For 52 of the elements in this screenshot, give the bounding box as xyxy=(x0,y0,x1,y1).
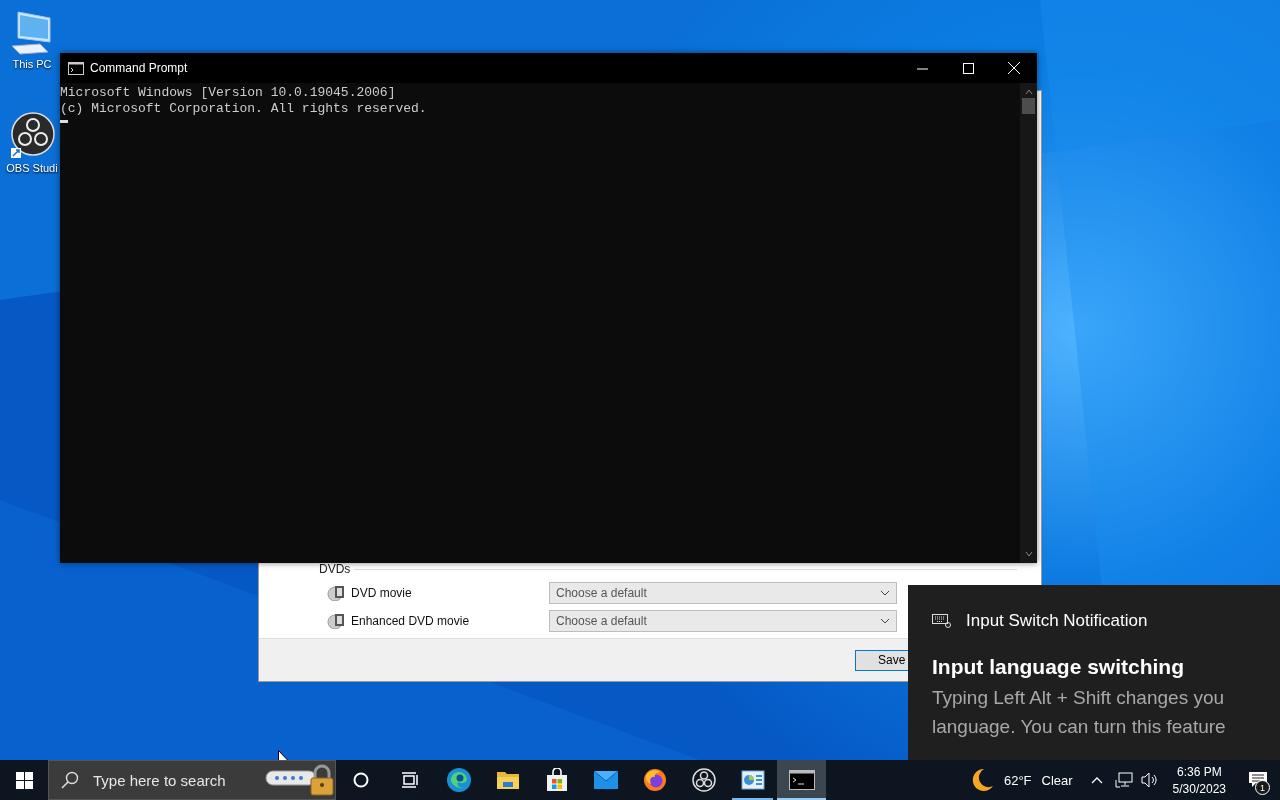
notification-title: Input language switching xyxy=(932,655,1185,679)
control-panel-icon xyxy=(740,770,765,790)
group-title: DVDs xyxy=(319,562,351,576)
media-type-label: Enhanced DVD movie xyxy=(351,614,471,628)
scroll-thumb[interactable] xyxy=(1022,98,1035,114)
desktop-icon-label[interactable]: This PC xyxy=(12,58,52,70)
notification-toast[interactable]: Input Switch Notification Input language switching Typing Left Alt + Shift changes you language. You can turn this feature xyxy=(908,585,1280,760)
search-field[interactable]: Type here to search xyxy=(91,770,253,790)
circle-icon xyxy=(352,772,369,788)
scrollbar[interactable] xyxy=(1020,83,1037,563)
envelope-icon xyxy=(592,770,619,790)
console-output-line: Microsoft Windows [Version 10.0.19045.2006] xyxy=(60,85,397,101)
notification-text: language. You can turn this feature xyxy=(932,715,1227,739)
windows-logo-icon xyxy=(15,771,33,789)
media-type-label: DVD movie xyxy=(351,586,413,600)
scroll-up-icon[interactable] xyxy=(1024,89,1033,95)
keyboard-icon xyxy=(932,613,952,629)
scroll-down-icon[interactable] xyxy=(1024,551,1033,557)
password-lock-icon xyxy=(265,764,335,796)
search-icon xyxy=(61,771,79,789)
console-app-icon xyxy=(68,61,84,75)
obs-icon xyxy=(691,768,716,792)
chevron-down-icon xyxy=(880,590,890,596)
network-icon[interactable] xyxy=(1114,772,1133,788)
notification-count-badge: 1 xyxy=(1255,780,1270,795)
chevron-down-icon xyxy=(880,618,890,624)
browser-swirl-icon xyxy=(445,767,472,793)
taskbar-app-button[interactable] xyxy=(777,760,826,800)
console-output-line: (c) Microsoft Corporation. All rights reserved. xyxy=(60,101,428,117)
moon-icon xyxy=(971,768,994,792)
maximize-icon xyxy=(962,62,974,74)
notification-text: Typing Left Alt + Shift changes you xyxy=(932,686,1226,710)
folder-icon xyxy=(495,769,520,791)
obs-icon[interactable] xyxy=(9,112,55,160)
close-icon xyxy=(1008,62,1020,74)
default-action-dropdown[interactable]: Choose a default xyxy=(549,582,897,604)
clock[interactable]: 6:36 PM 5/30/2023 xyxy=(1162,760,1236,800)
search-bar[interactable]: Type here to search xyxy=(48,760,336,800)
task-view-icon xyxy=(400,772,419,788)
shopping-bag-icon xyxy=(544,768,569,792)
notification-app-name: Input Switch Notification xyxy=(966,611,1148,631)
weather-button[interactable]: 62°F Clear xyxy=(961,760,1083,800)
text-cursor xyxy=(60,120,68,123)
window-title: Command Prompt xyxy=(90,61,188,75)
console-app-icon xyxy=(788,770,815,790)
fox-globe-icon xyxy=(642,768,667,792)
action-center-button[interactable]: 1 xyxy=(1236,760,1280,800)
speaker-icon[interactable] xyxy=(1140,772,1159,788)
desktop-icon-label[interactable]: OBS Studi xyxy=(6,162,58,174)
computer-icon[interactable] xyxy=(10,8,54,56)
chevron-up-icon xyxy=(1090,776,1103,784)
default-action-dropdown[interactable]: Choose a default xyxy=(549,610,897,632)
